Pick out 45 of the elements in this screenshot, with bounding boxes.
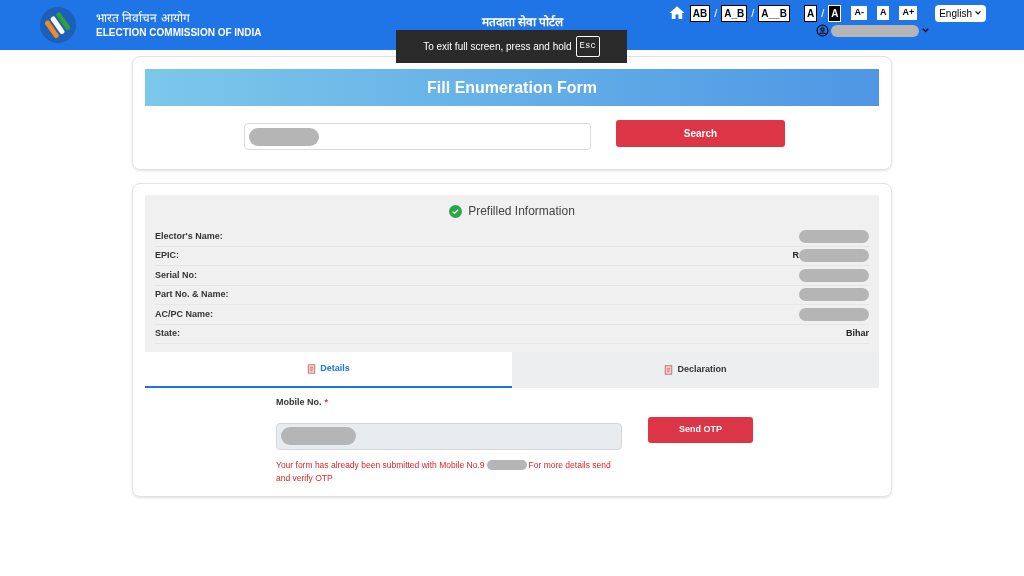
message-text: and verify OTP xyxy=(276,471,334,485)
message-text: For more details send xyxy=(528,458,611,472)
field-value: R xyxy=(792,249,799,262)
form-tab[interactable]: Declaration xyxy=(512,352,879,388)
text-size-option[interactable]: A+ xyxy=(899,6,918,20)
send-otp-button[interactable]: Send OTP xyxy=(648,417,753,443)
org-name-hindi: भारत निर्वाचन आयोग xyxy=(96,10,191,26)
form-title: Fill Enumeration Form xyxy=(427,77,597,98)
text-size-option[interactable]: A- xyxy=(851,6,867,20)
text-size-option[interactable]: A xyxy=(876,6,890,20)
field-label: EPIC: xyxy=(155,249,179,262)
clipboard-icon xyxy=(307,364,317,374)
separator-slash: / xyxy=(821,5,825,21)
spacing-option[interactable]: A__B xyxy=(758,4,790,22)
language-select[interactable]: English xyxy=(935,4,986,22)
toast-message: To exit full screen, press and hold xyxy=(423,40,572,54)
search-field[interactable] xyxy=(244,123,591,150)
field-label: Mobile No. xyxy=(276,396,322,409)
spacing-option[interactable]: AB xyxy=(689,4,711,22)
search-button[interactable]: Search xyxy=(616,120,785,147)
ballot-logo-icon xyxy=(38,5,78,45)
field-value: Bihar xyxy=(846,327,869,340)
separator-slash: / xyxy=(714,5,718,21)
clipboard-icon xyxy=(664,365,674,375)
home-icon[interactable] xyxy=(667,4,686,22)
message-text: Your form has already been submitted with Mobile No.9 xyxy=(276,458,485,472)
mobile-field[interactable] xyxy=(276,422,622,450)
required-mark: * xyxy=(324,396,328,409)
chevron-down-icon[interactable] xyxy=(921,26,930,35)
user-icon[interactable] xyxy=(816,24,829,37)
panel-title: Prefilled Information xyxy=(468,203,575,220)
contrast-option[interactable]: A xyxy=(828,4,842,22)
contrast-option[interactable]: A xyxy=(803,4,818,22)
chevron-down-icon xyxy=(974,9,982,17)
spacing-option[interactable]: A_B xyxy=(721,4,748,22)
check-circle-icon xyxy=(449,204,463,218)
field-label: Elector's Name: xyxy=(155,229,223,243)
field-label: Part No. & Name: xyxy=(155,288,229,301)
field-label: AC/PC Name: xyxy=(155,307,213,321)
field-label: State: xyxy=(155,327,180,340)
separator-slash: / xyxy=(751,5,755,21)
portal-title: मतदाता सेवा पोर्टल xyxy=(481,15,564,29)
esc-key: Esc xyxy=(575,35,600,58)
field-label: Serial No: xyxy=(155,268,197,282)
org-name: ELECTION COMMISSION OF INDIA xyxy=(96,26,262,40)
